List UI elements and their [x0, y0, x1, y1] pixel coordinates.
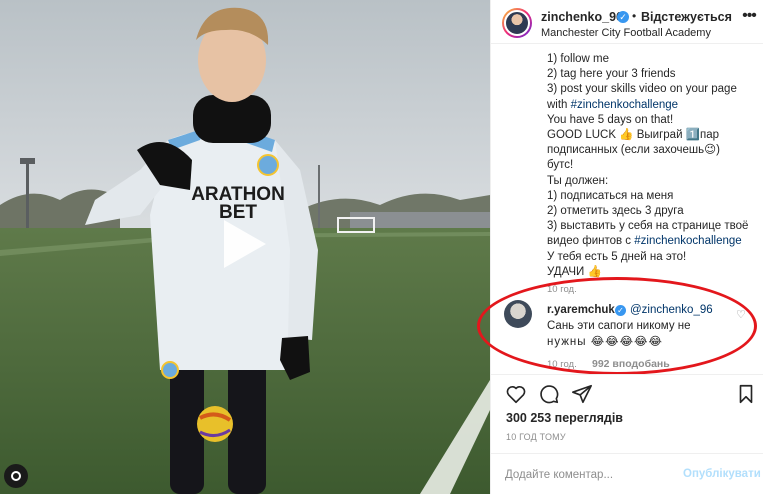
bookmark-icon[interactable] [735, 383, 757, 405]
post-header: zinchenko_96 ✓ • Відстежується Mancheste… [491, 0, 763, 44]
verified-badge-icon: ✓ [617, 11, 629, 23]
post-media-video[interactable]: ARATHON BET [0, 0, 490, 494]
hashtag-link[interactable]: #zinchenkochallenge [634, 235, 741, 247]
reels-icon-glyph [11, 471, 21, 481]
comment-like-heart-icon[interactable]: ♡ [736, 309, 748, 321]
comment-text-line2: нужны 😂😂😂😂😂 [547, 335, 663, 348]
header-separator: • [632, 9, 637, 23]
commenter-avatar[interactable] [504, 300, 532, 328]
author-avatar[interactable] [502, 8, 532, 38]
location-link[interactable]: Manchester City Football Academy [541, 27, 711, 39]
comments-list[interactable]: 1) follow me 2) tag here your 3 friends … [491, 44, 763, 374]
caption-line: 3) выставить у себя на странице твоё [547, 220, 749, 233]
post-actions-bar [491, 374, 763, 410]
caption-line: GOOD LUCK 👍 Выиграй 1️⃣пар [547, 129, 720, 142]
heart-icon[interactable] [505, 383, 527, 405]
post-side-panel: zinchenko_96 ✓ • Відстежується Mancheste… [477, 0, 763, 494]
reels-icon[interactable] [4, 464, 28, 488]
caption-line-hashtag: видео финтов с #zinchenkochallenge [547, 235, 742, 248]
comment-text-line1: Сань эти сапоги никому не [547, 320, 691, 332]
following-button[interactable]: Відстежується [641, 10, 732, 24]
views-number: 300 253 [506, 411, 552, 425]
author-username[interactable]: zinchenko_96 [541, 10, 623, 24]
caption-line-hashtag: with #zinchenkochallenge [547, 98, 679, 111]
post-date: 10 ГОД ТОМУ [506, 432, 566, 442]
views-count[interactable]: 300 253 переглядів [506, 411, 623, 425]
comment-likes-count[interactable]: 992 вподобань [592, 358, 670, 370]
comment-icon[interactable] [538, 383, 560, 405]
more-options-icon[interactable]: ••• [739, 8, 759, 28]
caption-line: УДАЧИ 👍 [547, 265, 602, 278]
add-comment-section: Опублікувати [491, 453, 763, 494]
comment-text: Сань эти сапоги никому не нужны 😂😂😂😂😂 [547, 319, 727, 350]
caption-line: У тебя есть 5 дней на это! [547, 250, 687, 263]
author-avatar-image [504, 10, 530, 36]
caption-line: 1) подписаться на меня [547, 189, 674, 202]
comment-mention-link[interactable]: @zinchenko_96 [630, 304, 713, 316]
caption-line: Ты должен: [547, 174, 609, 187]
caption-line: 1) follow me [547, 53, 609, 65]
caption-line: 2) отметить здесь 3 друга [547, 205, 684, 218]
commenter-username[interactable]: r.yaremchuk [547, 304, 615, 316]
share-icon[interactable] [571, 383, 593, 405]
comment-timestamp: 10 год. [547, 359, 577, 370]
post-caption: 1) follow me 2) tag here your 3 friends … [547, 52, 757, 280]
caption-line: подписанных (если захочешь😉) [547, 144, 720, 157]
play-icon[interactable] [212, 214, 272, 274]
caption-timestamp: 10 год. [547, 284, 577, 295]
publish-button[interactable]: Опублікувати [683, 468, 761, 480]
caption-line: 2) tag here your 3 friends [547, 68, 676, 81]
hashtag-link[interactable]: #zinchenkochallenge [571, 99, 678, 111]
caption-line: бутс! [547, 159, 574, 172]
caption-line: You have 5 days on that! [547, 113, 674, 126]
caption-line: 3) post your skills video on your page [547, 83, 737, 96]
views-label: переглядів [554, 411, 623, 425]
verified-badge-icon: ✓ [615, 305, 626, 316]
comment-input[interactable] [505, 466, 675, 484]
